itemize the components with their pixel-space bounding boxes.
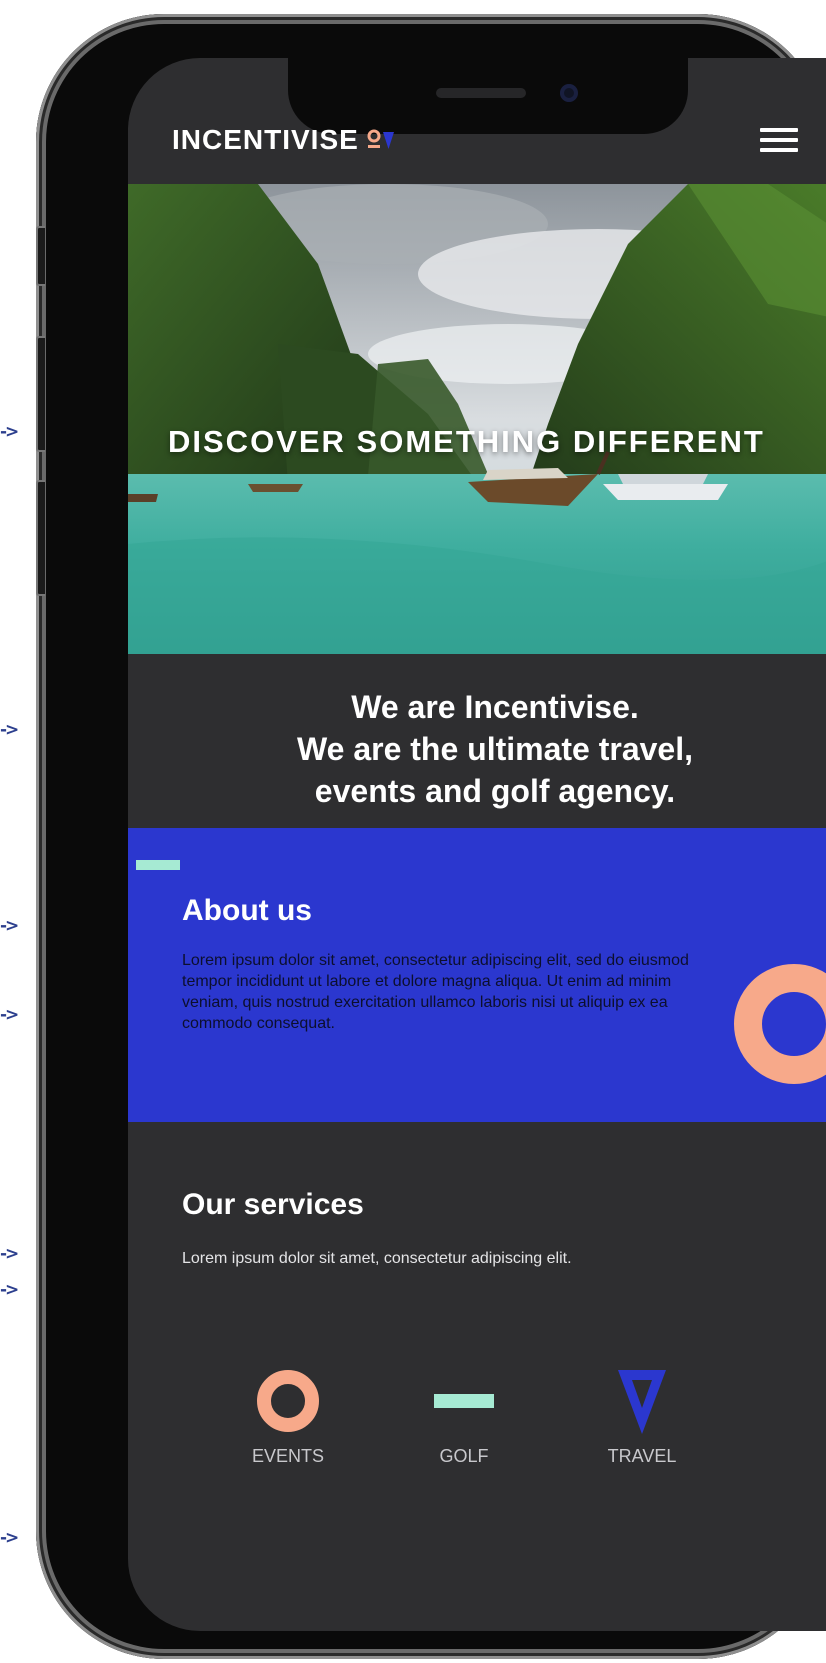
services-text: Lorem ipsum dolor sit amet, consectetur …	[182, 1250, 572, 1267]
annotation-arrow-services-icons: ->	[0, 1528, 19, 1548]
accent-dash-icon	[136, 860, 180, 870]
intro-section: We are Incentivise. We are the ultimate …	[128, 654, 826, 828]
about-text: Lorem ipsum dolor sit amet, consectetur …	[182, 952, 689, 1032]
about-title: About us	[182, 894, 312, 927]
intro-line-1: We are Incentivise.	[351, 689, 639, 725]
service-golf[interactable]: GOLF	[394, 1366, 534, 1467]
intro-line-3: events and golf agency.	[314, 773, 676, 809]
hero-lagoon-image	[128, 184, 826, 654]
service-travel[interactable]: TRAVEL	[572, 1366, 712, 1467]
service-events[interactable]: EVENTS	[218, 1366, 358, 1467]
volume-up-button	[36, 336, 45, 452]
logo-mark-icon	[367, 129, 395, 151]
phone-frame: DISCOVER SOMETHING DIFFERENT INCENTIVISE	[36, 14, 826, 1659]
decorative-ring-icon	[734, 964, 826, 1084]
annotation-arrow-services-title: ->	[0, 1244, 19, 1264]
service-label-events: EVENTS	[251, 1446, 325, 1466]
service-label-travel: TRAVEL	[607, 1446, 677, 1466]
intro-line-2: We are the ultimate travel,	[297, 731, 693, 767]
ring-icon	[257, 1370, 319, 1432]
annotation-arrow-about-title: ->	[0, 916, 19, 936]
mute-switch	[36, 226, 45, 286]
triangle-icon	[618, 1370, 666, 1434]
hero-banner: DISCOVER SOMETHING DIFFERENT	[128, 184, 826, 654]
annotation-arrow-services-text: ->	[0, 1280, 19, 1300]
annotation-arrow-about-text: ->	[0, 1005, 19, 1025]
annotation-arrow-hero: ->	[0, 422, 19, 442]
dash-icon	[434, 1394, 494, 1408]
hero-title: DISCOVER SOMETHING DIFFERENT	[168, 424, 765, 459]
volume-down-button	[36, 480, 45, 596]
services-title: Our services	[182, 1188, 364, 1221]
phone-screen: DISCOVER SOMETHING DIFFERENT INCENTIVISE	[128, 58, 826, 1631]
annotation-arrow-intro: ->	[0, 720, 19, 740]
about-section: About us Lorem ipsum dolor sit amet, con…	[128, 828, 826, 1122]
site-header: INCENTIVISE	[128, 58, 826, 184]
hamburger-menu-icon[interactable]	[760, 128, 798, 152]
logo-text: INCENTIVISE	[172, 124, 359, 155]
service-label-golf: GOLF	[439, 1446, 489, 1466]
brand-logo[interactable]: INCENTIVISE	[172, 120, 395, 160]
